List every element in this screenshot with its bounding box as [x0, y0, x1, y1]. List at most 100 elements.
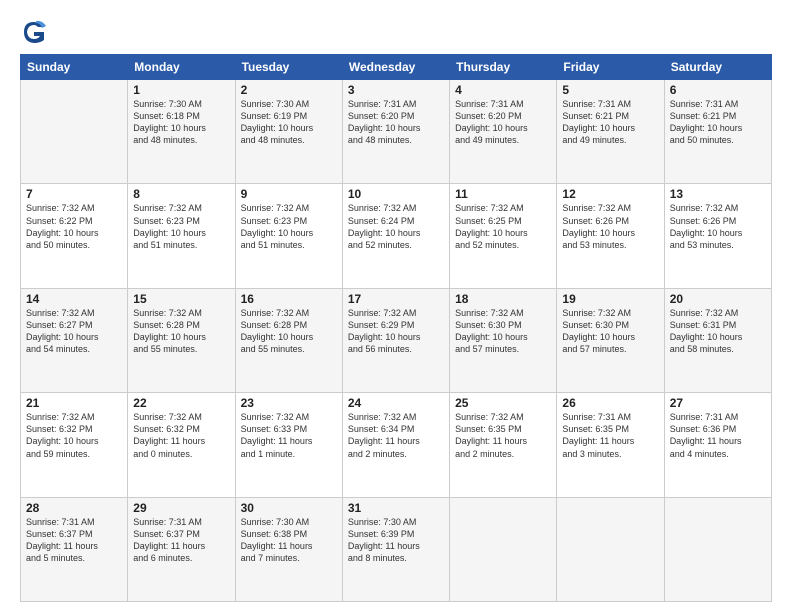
- day-info: Sunrise: 7:31 AM Sunset: 6:20 PM Dayligh…: [455, 98, 551, 147]
- week-row-4: 21Sunrise: 7:32 AM Sunset: 6:32 PM Dayli…: [21, 393, 772, 497]
- day-info: Sunrise: 7:32 AM Sunset: 6:33 PM Dayligh…: [241, 411, 337, 460]
- day-info: Sunrise: 7:31 AM Sunset: 6:36 PM Dayligh…: [670, 411, 766, 460]
- day-number: 24: [348, 396, 444, 410]
- calendar-cell: 15Sunrise: 7:32 AM Sunset: 6:28 PM Dayli…: [128, 288, 235, 392]
- day-info: Sunrise: 7:32 AM Sunset: 6:28 PM Dayligh…: [133, 307, 229, 356]
- day-number: 26: [562, 396, 658, 410]
- calendar-cell: 14Sunrise: 7:32 AM Sunset: 6:27 PM Dayli…: [21, 288, 128, 392]
- weekday-header-saturday: Saturday: [664, 55, 771, 80]
- day-info: Sunrise: 7:32 AM Sunset: 6:24 PM Dayligh…: [348, 202, 444, 251]
- calendar-cell: 8Sunrise: 7:32 AM Sunset: 6:23 PM Daylig…: [128, 184, 235, 288]
- calendar-cell: 3Sunrise: 7:31 AM Sunset: 6:20 PM Daylig…: [342, 80, 449, 184]
- day-number: 13: [670, 187, 766, 201]
- day-info: Sunrise: 7:30 AM Sunset: 6:19 PM Dayligh…: [241, 98, 337, 147]
- day-info: Sunrise: 7:30 AM Sunset: 6:39 PM Dayligh…: [348, 516, 444, 565]
- weekday-header-wednesday: Wednesday: [342, 55, 449, 80]
- day-number: 11: [455, 187, 551, 201]
- calendar-cell: 16Sunrise: 7:32 AM Sunset: 6:28 PM Dayli…: [235, 288, 342, 392]
- day-number: 14: [26, 292, 122, 306]
- day-number: 8: [133, 187, 229, 201]
- day-info: Sunrise: 7:32 AM Sunset: 6:32 PM Dayligh…: [133, 411, 229, 460]
- calendar-cell: [450, 497, 557, 601]
- day-info: Sunrise: 7:30 AM Sunset: 6:38 PM Dayligh…: [241, 516, 337, 565]
- day-info: Sunrise: 7:32 AM Sunset: 6:32 PM Dayligh…: [26, 411, 122, 460]
- calendar-cell: 22Sunrise: 7:32 AM Sunset: 6:32 PM Dayli…: [128, 393, 235, 497]
- calendar-cell: 19Sunrise: 7:32 AM Sunset: 6:30 PM Dayli…: [557, 288, 664, 392]
- day-number: 20: [670, 292, 766, 306]
- calendar-cell: 30Sunrise: 7:30 AM Sunset: 6:38 PM Dayli…: [235, 497, 342, 601]
- day-number: 27: [670, 396, 766, 410]
- calendar-cell: 20Sunrise: 7:32 AM Sunset: 6:31 PM Dayli…: [664, 288, 771, 392]
- calendar-cell: [664, 497, 771, 601]
- calendar-cell: 12Sunrise: 7:32 AM Sunset: 6:26 PM Dayli…: [557, 184, 664, 288]
- calendar-table: SundayMondayTuesdayWednesdayThursdayFrid…: [20, 54, 772, 602]
- day-number: 9: [241, 187, 337, 201]
- week-row-2: 7Sunrise: 7:32 AM Sunset: 6:22 PM Daylig…: [21, 184, 772, 288]
- calendar-cell: 5Sunrise: 7:31 AM Sunset: 6:21 PM Daylig…: [557, 80, 664, 184]
- day-info: Sunrise: 7:32 AM Sunset: 6:29 PM Dayligh…: [348, 307, 444, 356]
- day-info: Sunrise: 7:32 AM Sunset: 6:34 PM Dayligh…: [348, 411, 444, 460]
- calendar-cell: 6Sunrise: 7:31 AM Sunset: 6:21 PM Daylig…: [664, 80, 771, 184]
- calendar-cell: 28Sunrise: 7:31 AM Sunset: 6:37 PM Dayli…: [21, 497, 128, 601]
- day-number: 5: [562, 83, 658, 97]
- day-number: 3: [348, 83, 444, 97]
- day-number: 25: [455, 396, 551, 410]
- day-number: 31: [348, 501, 444, 515]
- day-info: Sunrise: 7:31 AM Sunset: 6:37 PM Dayligh…: [133, 516, 229, 565]
- calendar-cell: 26Sunrise: 7:31 AM Sunset: 6:35 PM Dayli…: [557, 393, 664, 497]
- calendar-cell: 1Sunrise: 7:30 AM Sunset: 6:18 PM Daylig…: [128, 80, 235, 184]
- day-info: Sunrise: 7:31 AM Sunset: 6:37 PM Dayligh…: [26, 516, 122, 565]
- day-number: 17: [348, 292, 444, 306]
- weekday-header-friday: Friday: [557, 55, 664, 80]
- calendar-cell: 4Sunrise: 7:31 AM Sunset: 6:20 PM Daylig…: [450, 80, 557, 184]
- calendar-cell: 21Sunrise: 7:32 AM Sunset: 6:32 PM Dayli…: [21, 393, 128, 497]
- day-info: Sunrise: 7:31 AM Sunset: 6:20 PM Dayligh…: [348, 98, 444, 147]
- weekday-header-monday: Monday: [128, 55, 235, 80]
- day-info: Sunrise: 7:32 AM Sunset: 6:23 PM Dayligh…: [241, 202, 337, 251]
- day-info: Sunrise: 7:31 AM Sunset: 6:21 PM Dayligh…: [670, 98, 766, 147]
- calendar-cell: 2Sunrise: 7:30 AM Sunset: 6:19 PM Daylig…: [235, 80, 342, 184]
- weekday-header-row: SundayMondayTuesdayWednesdayThursdayFrid…: [21, 55, 772, 80]
- header: [20, 18, 772, 46]
- day-number: 6: [670, 83, 766, 97]
- day-info: Sunrise: 7:32 AM Sunset: 6:35 PM Dayligh…: [455, 411, 551, 460]
- day-info: Sunrise: 7:32 AM Sunset: 6:28 PM Dayligh…: [241, 307, 337, 356]
- calendar-cell: [557, 497, 664, 601]
- week-row-1: 1Sunrise: 7:30 AM Sunset: 6:18 PM Daylig…: [21, 80, 772, 184]
- day-number: 21: [26, 396, 122, 410]
- day-number: 19: [562, 292, 658, 306]
- calendar-cell: 27Sunrise: 7:31 AM Sunset: 6:36 PM Dayli…: [664, 393, 771, 497]
- weekday-header-tuesday: Tuesday: [235, 55, 342, 80]
- calendar-cell: 25Sunrise: 7:32 AM Sunset: 6:35 PM Dayli…: [450, 393, 557, 497]
- week-row-5: 28Sunrise: 7:31 AM Sunset: 6:37 PM Dayli…: [21, 497, 772, 601]
- calendar-cell: 18Sunrise: 7:32 AM Sunset: 6:30 PM Dayli…: [450, 288, 557, 392]
- day-info: Sunrise: 7:32 AM Sunset: 6:31 PM Dayligh…: [670, 307, 766, 356]
- calendar-cell: 17Sunrise: 7:32 AM Sunset: 6:29 PM Dayli…: [342, 288, 449, 392]
- day-info: Sunrise: 7:32 AM Sunset: 6:30 PM Dayligh…: [455, 307, 551, 356]
- day-number: 29: [133, 501, 229, 515]
- day-number: 23: [241, 396, 337, 410]
- day-number: 15: [133, 292, 229, 306]
- page: SundayMondayTuesdayWednesdayThursdayFrid…: [0, 0, 792, 612]
- calendar-cell: 13Sunrise: 7:32 AM Sunset: 6:26 PM Dayli…: [664, 184, 771, 288]
- day-info: Sunrise: 7:32 AM Sunset: 6:23 PM Dayligh…: [133, 202, 229, 251]
- day-info: Sunrise: 7:32 AM Sunset: 6:25 PM Dayligh…: [455, 202, 551, 251]
- day-number: 28: [26, 501, 122, 515]
- week-row-3: 14Sunrise: 7:32 AM Sunset: 6:27 PM Dayli…: [21, 288, 772, 392]
- day-number: 30: [241, 501, 337, 515]
- day-info: Sunrise: 7:32 AM Sunset: 6:22 PM Dayligh…: [26, 202, 122, 251]
- calendar-cell: 10Sunrise: 7:32 AM Sunset: 6:24 PM Dayli…: [342, 184, 449, 288]
- calendar-cell: 11Sunrise: 7:32 AM Sunset: 6:25 PM Dayli…: [450, 184, 557, 288]
- day-number: 18: [455, 292, 551, 306]
- weekday-header-sunday: Sunday: [21, 55, 128, 80]
- calendar-cell: [21, 80, 128, 184]
- day-info: Sunrise: 7:30 AM Sunset: 6:18 PM Dayligh…: [133, 98, 229, 147]
- day-info: Sunrise: 7:32 AM Sunset: 6:27 PM Dayligh…: [26, 307, 122, 356]
- day-number: 16: [241, 292, 337, 306]
- day-number: 22: [133, 396, 229, 410]
- day-info: Sunrise: 7:31 AM Sunset: 6:35 PM Dayligh…: [562, 411, 658, 460]
- day-info: Sunrise: 7:32 AM Sunset: 6:30 PM Dayligh…: [562, 307, 658, 356]
- calendar-cell: 7Sunrise: 7:32 AM Sunset: 6:22 PM Daylig…: [21, 184, 128, 288]
- calendar-cell: 29Sunrise: 7:31 AM Sunset: 6:37 PM Dayli…: [128, 497, 235, 601]
- calendar-cell: 24Sunrise: 7:32 AM Sunset: 6:34 PM Dayli…: [342, 393, 449, 497]
